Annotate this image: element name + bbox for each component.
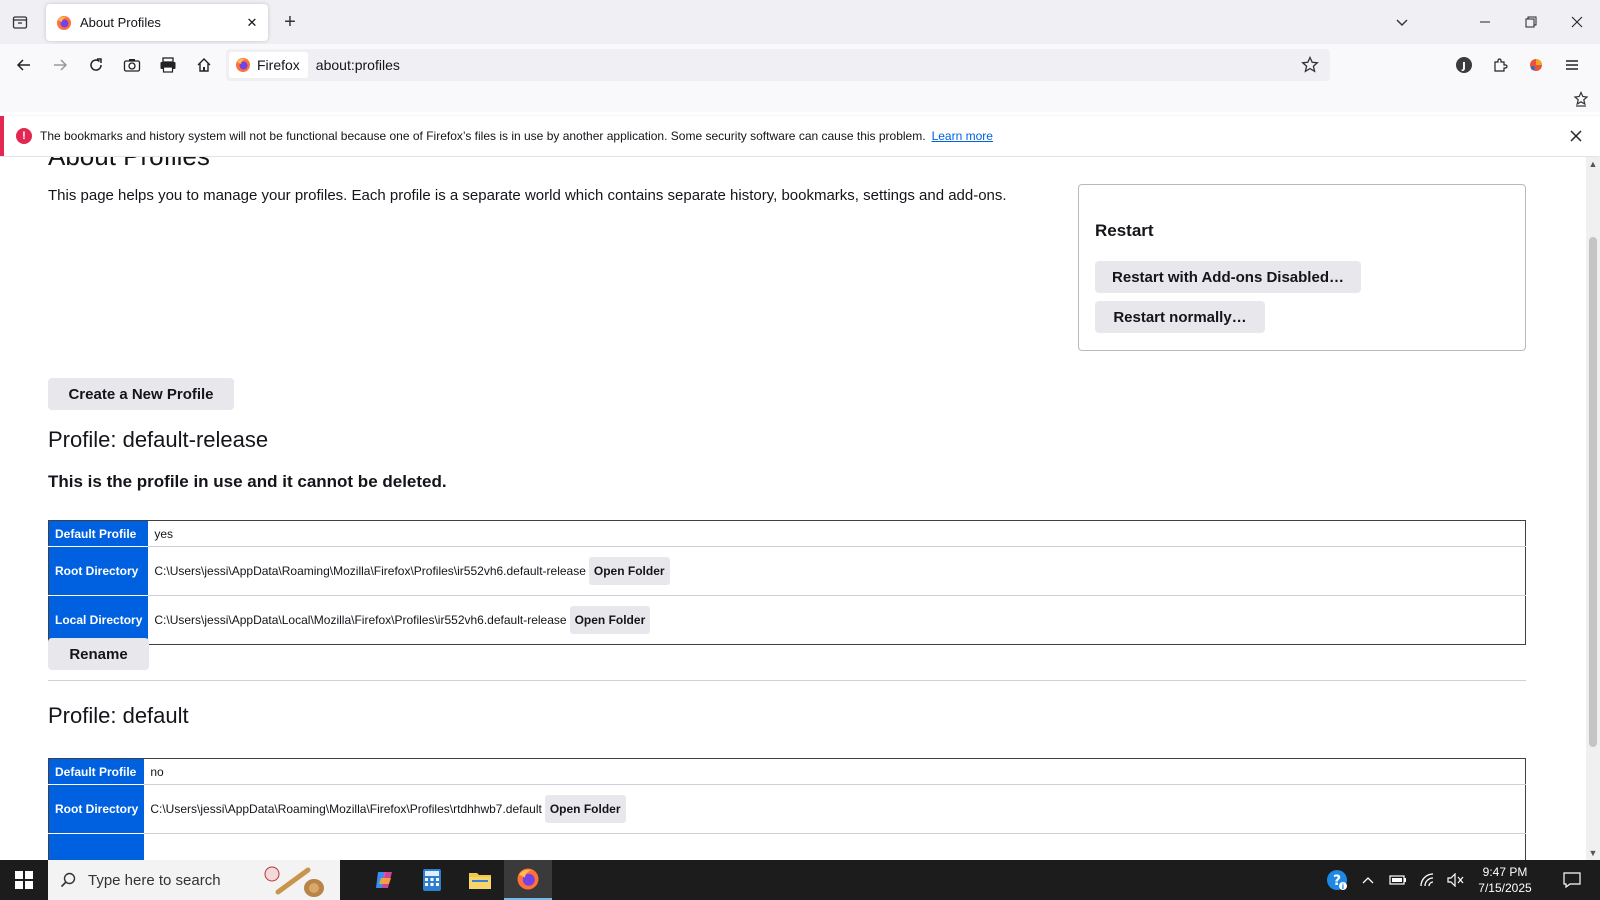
firefox-icon	[236, 58, 250, 72]
tab-strip: About Profiles ✕ +	[0, 0, 1600, 44]
table-row: Local Directory C:\Users\jessi\AppData\L…	[48, 595, 1526, 645]
row-label: Default Profile	[48, 520, 149, 547]
print-icon[interactable]	[154, 51, 182, 79]
scroll-down-icon[interactable]: ▼	[1588, 848, 1598, 858]
row-value-cut	[144, 833, 1526, 860]
clock-time: 9:47 PM	[1482, 865, 1528, 879]
svg-text:J: J	[1461, 61, 1466, 72]
row-value: no	[144, 758, 1526, 785]
row-label: Default Profile	[48, 758, 145, 785]
firefox-view-icon[interactable]	[8, 10, 32, 34]
reload-button[interactable]	[82, 51, 110, 79]
home-icon[interactable]	[190, 51, 218, 79]
bookmarks-toolbar	[0, 86, 1600, 112]
new-tab-button[interactable]: +	[278, 10, 302, 34]
copilot-app-icon[interactable]	[360, 860, 408, 900]
profile-title: Profile: default	[48, 703, 189, 728]
help-icon[interactable]: ? i	[1322, 860, 1352, 900]
notifications-icon[interactable]	[1552, 860, 1592, 900]
bookmarks-menu-icon[interactable]	[1570, 88, 1592, 110]
row-value: C:\Users\jessi\AppData\Roaming\Mozilla\F…	[154, 564, 586, 578]
restart-panel: Restart Restart with Add-ons Disabled… R…	[1078, 184, 1526, 351]
volume-muted-icon[interactable]	[1442, 860, 1470, 900]
restart-addons-disabled-button[interactable]: Restart with Add-ons Disabled…	[1095, 261, 1361, 293]
profile-table: Default Profile no Root Directory C:\Use…	[48, 758, 1526, 860]
table-row	[48, 833, 1526, 860]
row-label: Root Directory	[48, 784, 145, 834]
firefox-icon	[57, 15, 71, 30]
bookmark-star-icon[interactable]	[1298, 53, 1322, 77]
profile-divider	[48, 680, 1526, 681]
row-value: yes	[148, 520, 1526, 547]
identity-box[interactable]: Firefox	[229, 52, 308, 78]
table-row: Root Directory C:\Users\jessi\AppData\Ro…	[48, 784, 1526, 834]
network-icon[interactable]	[1414, 860, 1442, 900]
page-content: About Profiles This page helps you to ma…	[0, 157, 1586, 860]
rename-button[interactable]: Rename	[48, 638, 149, 670]
extensions-icon[interactable]	[1486, 51, 1514, 79]
battery-icon[interactable]	[1384, 860, 1412, 900]
table-row: Default Profile no	[48, 758, 1526, 785]
notification-message: The bookmarks and history system will no…	[40, 129, 926, 143]
row-value: C:\Users\jessi\AppData\Roaming\Mozilla\F…	[150, 802, 542, 816]
account-avatar-icon[interactable]: J	[1450, 51, 1478, 79]
row-label-cut	[48, 833, 145, 860]
error-icon: !	[16, 128, 32, 144]
notification-close-icon[interactable]	[1564, 124, 1588, 148]
svg-text:i: i	[1342, 883, 1344, 891]
taskbar-clock[interactable]: 9:47 PM 7/15/2025	[1470, 864, 1540, 896]
profile-in-use-note: This is the profile in use and it cannot…	[48, 472, 447, 491]
row-value: C:\Users\jessi\AppData\Local\Mozilla\Fir…	[154, 613, 567, 627]
tab-title: About Profiles	[80, 15, 161, 30]
row-label: Root Directory	[48, 546, 149, 596]
create-profile-button[interactable]: Create a New Profile	[48, 378, 234, 410]
page-title: About Profiles	[48, 157, 210, 172]
back-button[interactable]	[10, 51, 38, 79]
restore-button[interactable]	[1508, 0, 1554, 44]
scroll-up-icon[interactable]: ▲	[1588, 159, 1598, 169]
windows-taskbar: Type here to search ? i 9:47 PM 7/15/2025	[0, 860, 1600, 900]
forward-button[interactable]	[46, 51, 74, 79]
clock-date: 7/15/2025	[1478, 881, 1532, 895]
tab-close-icon[interactable]: ✕	[240, 11, 264, 35]
learn-more-link[interactable]: Learn more	[932, 129, 993, 143]
table-row: Default Profile yes	[48, 520, 1526, 547]
start-button[interactable]	[0, 860, 48, 900]
notification-bar: ! The bookmarks and history system will …	[0, 116, 1600, 156]
open-folder-button[interactable]: Open Folder	[544, 795, 626, 823]
navigation-toolbar: Firefox about:profiles J	[0, 44, 1600, 86]
restart-normally-button[interactable]: Restart normally…	[1095, 301, 1265, 333]
show-hidden-icons-icon[interactable]	[1356, 860, 1380, 900]
address-bar[interactable]: Firefox about:profiles	[226, 49, 1330, 81]
file-explorer-icon[interactable]	[456, 860, 504, 900]
search-highlight-icon	[264, 866, 324, 897]
minimize-button[interactable]	[1462, 0, 1508, 44]
list-all-tabs-icon[interactable]	[1390, 10, 1414, 34]
extension-addon-icon[interactable]	[1522, 51, 1550, 79]
tab-about-profiles[interactable]: About Profiles ✕	[46, 4, 268, 41]
profile-title: Profile: default-release	[48, 427, 269, 452]
screenshot-icon[interactable]	[118, 51, 146, 79]
table-row: Root Directory C:\Users\jessi\AppData\Ro…	[48, 546, 1526, 596]
taskbar-search[interactable]: Type here to search	[48, 860, 340, 900]
page-scrollbar[interactable]: ▲ ▼	[1586, 157, 1600, 860]
profile-table: Default Profile yes Root Directory C:\Us…	[48, 520, 1526, 645]
app-menu-icon[interactable]	[1558, 51, 1586, 79]
url-text[interactable]: about:profiles	[316, 57, 1298, 73]
page-intro: This page helps you to manage your profi…	[48, 187, 1007, 204]
open-folder-button[interactable]: Open Folder	[588, 557, 670, 585]
restart-heading: Restart	[1095, 221, 1154, 240]
open-folder-button[interactable]: Open Folder	[569, 606, 651, 634]
identity-label: Firefox	[257, 57, 300, 73]
close-window-button[interactable]	[1554, 0, 1600, 44]
search-icon	[60, 872, 76, 888]
search-placeholder: Type here to search	[88, 871, 221, 889]
scrollbar-thumb[interactable]	[1589, 237, 1597, 747]
firefox-taskbar-icon[interactable]	[504, 860, 552, 900]
calculator-app-icon[interactable]	[408, 860, 456, 900]
